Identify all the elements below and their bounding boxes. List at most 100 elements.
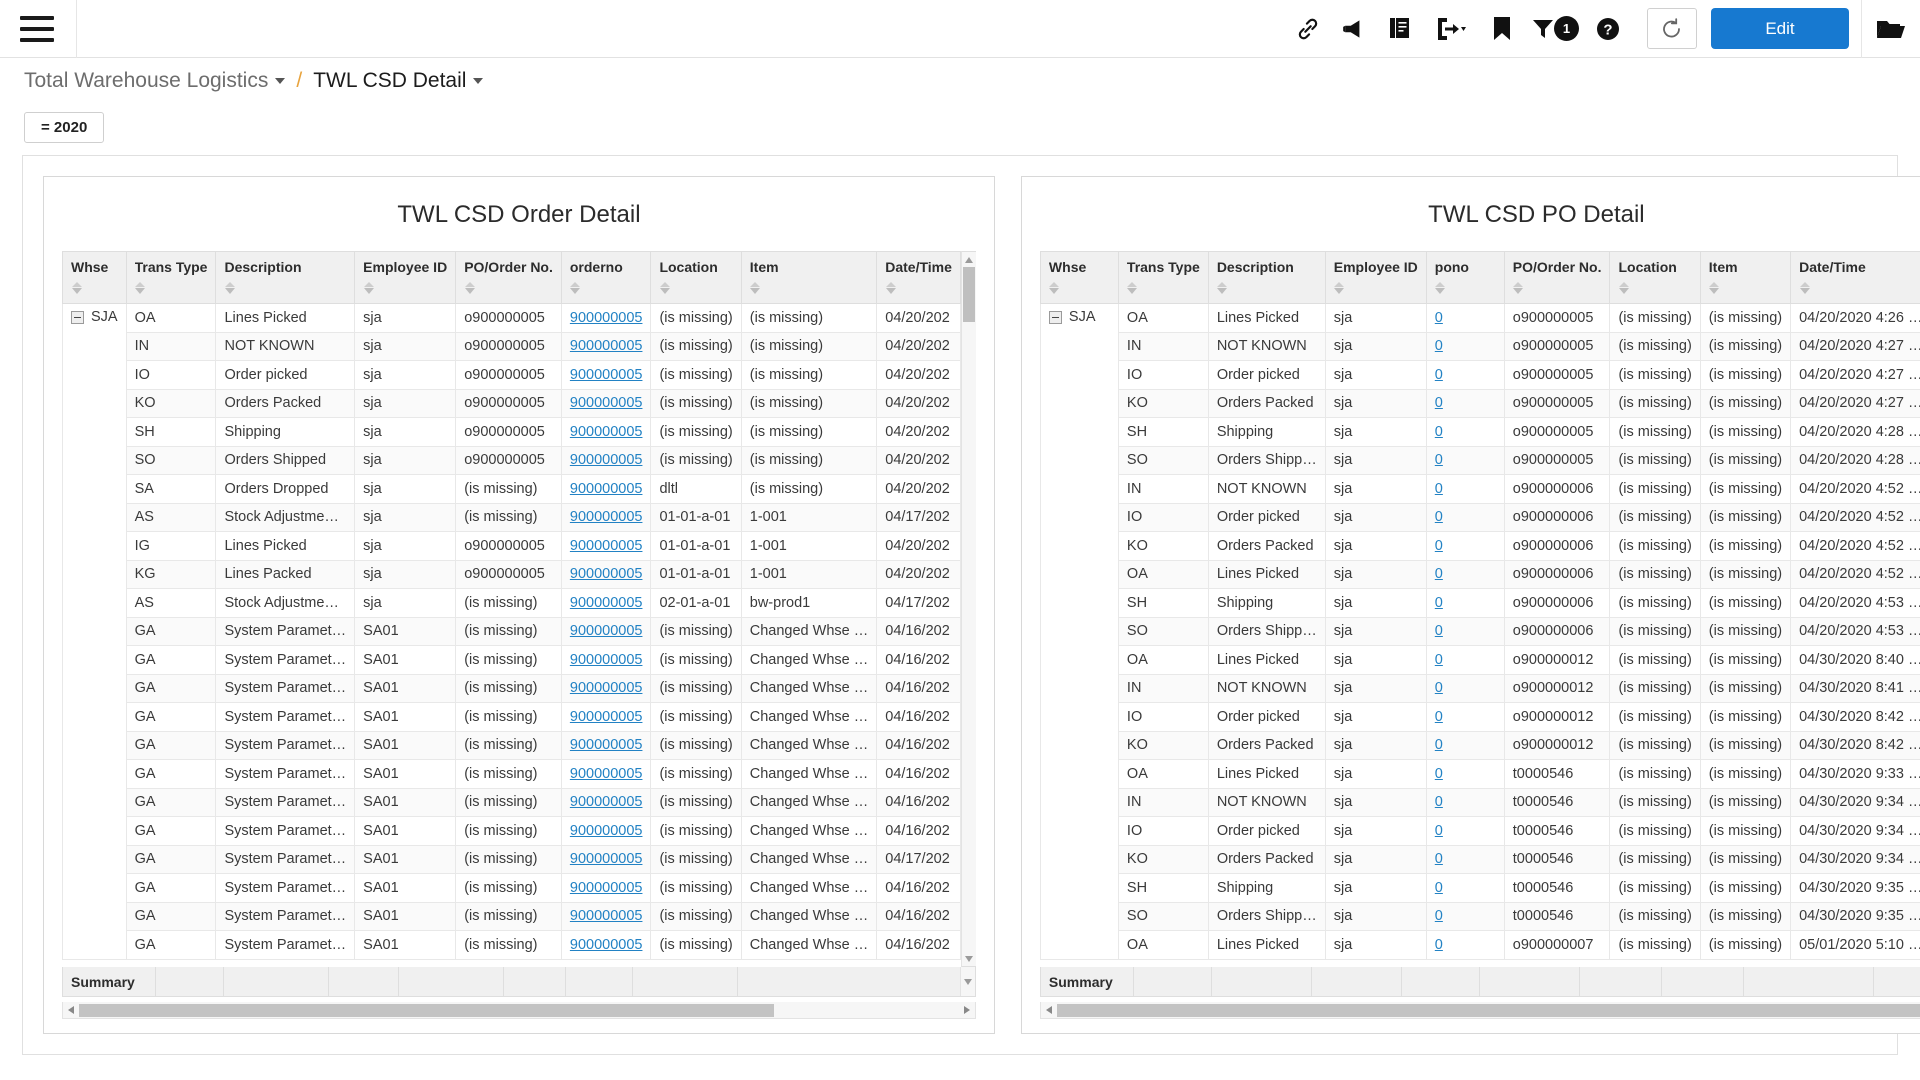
sort-indicator-icon[interactable] bbox=[885, 282, 896, 298]
sort-indicator-icon[interactable] bbox=[1334, 282, 1345, 298]
table-row[interactable]: GA System Paramet… SA01 (is missing) 9000000… bbox=[63, 616, 961, 646]
table-row[interactable]: GA System Paramet… SA01 (is missing) 9000000… bbox=[63, 759, 961, 789]
table-row[interactable]: IN NOT KNOWN sja 0 o900000005 (is missing) (is… bbox=[1040, 331, 1920, 361]
collapse-group-icon[interactable] bbox=[1048, 310, 1062, 324]
table-row[interactable]: KG Lines Packed sja o900000005 900000005 01-0… bbox=[63, 559, 961, 589]
table-row[interactable]: IG Lines Picked sja o900000005 900000005 01-0… bbox=[63, 531, 961, 561]
breadcrumb-current[interactable]: TWL CSD Detail bbox=[313, 69, 484, 93]
chevron-down-icon-current[interactable] bbox=[473, 78, 484, 84]
cell-link-orderno[interactable]: 900000005 bbox=[570, 595, 643, 611]
vertical-scroll-track-left[interactable] bbox=[962, 267, 976, 951]
cell-link-pono[interactable]: 0 bbox=[1435, 680, 1443, 696]
cell-link-orderno[interactable]: 900000005 bbox=[570, 452, 643, 468]
cell-link-pono[interactable]: 0 bbox=[1435, 880, 1443, 896]
vertical-scroll-thumb-left[interactable] bbox=[962, 267, 975, 322]
column-header-po-order-no[interactable]: PO/Order No. bbox=[455, 251, 562, 304]
table-row[interactable]: SO Orders Shipp… sja 0 t0000546 (is missing)(… bbox=[1040, 901, 1920, 931]
sort-indicator-icon[interactable] bbox=[1709, 282, 1720, 298]
cell-link-orderno[interactable]: 900000005 bbox=[570, 538, 643, 554]
table-row[interactable]: SH Shipping sja o900000005 900000005 (is miss… bbox=[63, 417, 961, 447]
column-header-description[interactable]: Description bbox=[215, 251, 356, 304]
scroll-up-arrow-left[interactable] bbox=[962, 252, 976, 267]
table-row[interactable]: IO Order picked sja o900000005 900000005 (is … bbox=[63, 360, 961, 390]
column-header-employee-id[interactable]: Employee ID bbox=[1324, 251, 1427, 304]
table-row[interactable]: SJA OA Lines Picked sja 0 o900000005 (is missi… bbox=[1039, 303, 1920, 960]
table-row[interactable]: IN NOT KNOWN sja 0 t0000546 (is missing) (is m… bbox=[1040, 787, 1920, 817]
table-row[interactable]: SH Shipping sja 0 o900000006 (is missing) (is … bbox=[1040, 588, 1920, 618]
table-row[interactable]: KO Orders Packed sja 0 o900000005 (is missing… bbox=[1040, 388, 1920, 418]
megaphone-icon[interactable] bbox=[1331, 0, 1377, 58]
cell-link-pono[interactable]: 0 bbox=[1435, 851, 1443, 867]
cell-link-orderno[interactable]: 900000005 bbox=[570, 766, 643, 782]
table-row[interactable]: IN NOT KNOWN sja 0 o900000006 (is missing) (is… bbox=[1040, 474, 1920, 504]
table-row[interactable]: GA System Paramet… SA01 (is missing) 9000000… bbox=[63, 816, 961, 846]
edit-button[interactable]: Edit bbox=[1711, 8, 1849, 49]
bookmark-icon[interactable] bbox=[1479, 0, 1525, 58]
column-header-trans-type[interactable]: Trans Type bbox=[125, 251, 217, 304]
table-row[interactable]: IO Order picked sja 0 o900000005 (is missing)… bbox=[1040, 360, 1920, 390]
column-header-po-order-no[interactable]: PO/Order No. bbox=[1503, 251, 1611, 304]
table-row[interactable]: KO Orders Packed sja o900000005 900000005 (is… bbox=[63, 388, 961, 418]
sort-indicator-icon[interactable] bbox=[750, 282, 761, 298]
table-row[interactable]: GA System Paramet… SA01 (is missing) 9000000… bbox=[63, 645, 961, 675]
table-row[interactable]: GA System Paramet… SA01 (is missing) 9000000… bbox=[63, 930, 961, 960]
table-row[interactable]: GA System Paramet… SA01 (is missing) 9000000… bbox=[63, 730, 961, 760]
horizontal-scroll-thumb-right[interactable] bbox=[1056, 1003, 1920, 1017]
cell-link-orderno[interactable]: 900000005 bbox=[570, 880, 643, 896]
table-row[interactable]: AS Stock Adjustme… sja (is missing) 90000000… bbox=[63, 502, 961, 532]
table-row[interactable]: IO Order picked sja 0 t0000546 (is missing) (i… bbox=[1040, 816, 1920, 846]
folder-icon[interactable] bbox=[1862, 0, 1920, 58]
sort-indicator-icon[interactable] bbox=[570, 282, 581, 298]
cell-link-pono[interactable]: 0 bbox=[1435, 367, 1443, 383]
refresh-button[interactable] bbox=[1647, 8, 1697, 49]
table-row[interactable]: GA System Paramet… SA01 (is missing) 9000000… bbox=[63, 702, 961, 732]
sort-indicator-icon[interactable] bbox=[1513, 282, 1524, 298]
cell-link-orderno[interactable]: 900000005 bbox=[570, 709, 643, 725]
table-row[interactable]: IO Order picked sja 0 o900000006 (is missing)… bbox=[1040, 502, 1920, 532]
sort-indicator-icon[interactable] bbox=[224, 282, 235, 298]
table-row[interactable]: SH Shipping sja 0 o900000005 (is missing) (is … bbox=[1040, 417, 1920, 447]
horizontal-scrollbar-right[interactable] bbox=[1039, 1002, 1920, 1019]
filter-indicator[interactable]: 1 bbox=[1525, 16, 1585, 41]
cell-link-pono[interactable]: 0 bbox=[1435, 338, 1443, 354]
scroll-left-arrow-left[interactable] bbox=[63, 1006, 79, 1014]
sort-indicator-icon[interactable] bbox=[1435, 282, 1446, 298]
column-header-trans-type[interactable]: Trans Type bbox=[1117, 251, 1209, 304]
summary-scroll-pad-left[interactable] bbox=[959, 967, 975, 996]
column-header-orderno[interactable]: orderno bbox=[560, 251, 652, 304]
table-row[interactable]: OA Lines Picked sja 0 o900000007 (is missing)… bbox=[1040, 930, 1920, 960]
sort-indicator-icon[interactable] bbox=[135, 282, 146, 298]
table-row[interactable]: SH Shipping sja 0 t0000546 (is missing) (is mi… bbox=[1040, 873, 1920, 903]
cell-link-orderno[interactable]: 900000005 bbox=[570, 823, 643, 839]
cell-link-orderno[interactable]: 900000005 bbox=[570, 908, 643, 924]
sort-indicator-icon[interactable] bbox=[1799, 282, 1810, 298]
cell-link-pono[interactable]: 0 bbox=[1435, 823, 1443, 839]
column-header-date-time[interactable]: Date/Time bbox=[876, 251, 961, 304]
sort-indicator-icon[interactable] bbox=[363, 282, 374, 298]
table-row[interactable]: SA Orders Dropped sja (is missing) 900000005… bbox=[63, 474, 961, 504]
table-row[interactable]: GA System Paramet… SA01 (is missing) 9000000… bbox=[63, 844, 961, 874]
column-header-location[interactable]: Location bbox=[1609, 251, 1701, 304]
cell-link-orderno[interactable]: 900000005 bbox=[570, 680, 643, 696]
column-header-location[interactable]: Location bbox=[650, 251, 742, 304]
table-row[interactable]: AS Stock Adjustme… sja (is missing) 90000000… bbox=[63, 588, 961, 618]
table-row[interactable]: SO Orders Shipp… sja 0 o900000005 (is missing… bbox=[1040, 445, 1920, 475]
column-header-employee-id[interactable]: Employee ID bbox=[354, 251, 457, 304]
horizontal-scroll-track-left[interactable] bbox=[79, 1003, 959, 1017]
sort-indicator-icon[interactable] bbox=[1217, 282, 1228, 298]
cell-link-pono[interactable]: 0 bbox=[1435, 794, 1443, 810]
table-row[interactable]: GA System Paramet… SA01 (is missing) 9000000… bbox=[63, 673, 961, 703]
table-row[interactable]: KO Orders Packed sja 0 o900000012 (is missing… bbox=[1040, 730, 1920, 760]
table-row[interactable]: KO Orders Packed sja 0 t0000546 (is missing)(… bbox=[1040, 844, 1920, 874]
cell-link-orderno[interactable]: 900000005 bbox=[570, 566, 643, 582]
cell-link-orderno[interactable]: 900000005 bbox=[570, 424, 643, 440]
horizontal-scrollbar-left[interactable] bbox=[62, 1002, 976, 1019]
cell-link-pono[interactable]: 0 bbox=[1435, 652, 1443, 668]
table-row[interactable]: OA Lines Picked sja 0 o900000006 (is missing)… bbox=[1040, 559, 1920, 589]
cell-link-pono[interactable]: 0 bbox=[1435, 481, 1443, 497]
cell-link-pono[interactable]: 0 bbox=[1435, 737, 1443, 753]
sort-indicator-icon[interactable] bbox=[71, 282, 82, 298]
horizontal-scroll-track-right[interactable] bbox=[1056, 1003, 1920, 1017]
column-header-whse[interactable]: Whse bbox=[62, 251, 127, 304]
horizontal-scroll-thumb-left[interactable] bbox=[79, 1003, 775, 1017]
